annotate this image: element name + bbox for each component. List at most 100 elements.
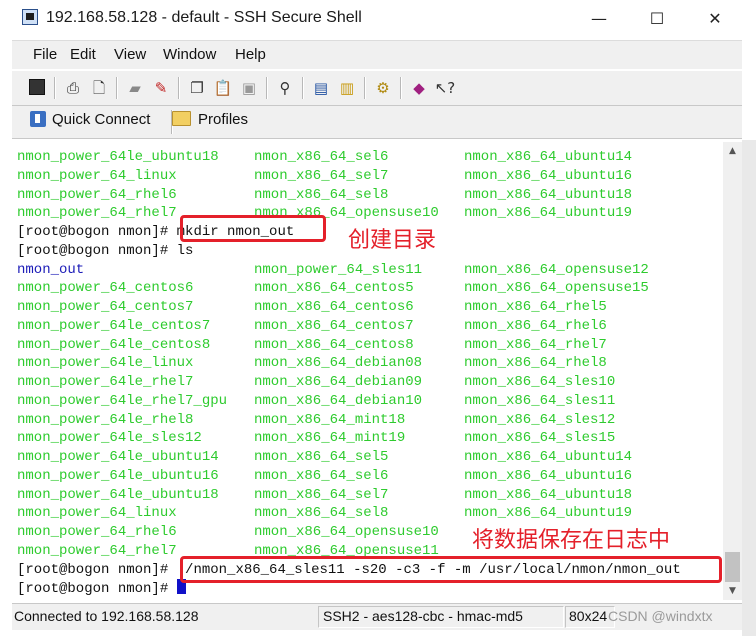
file-entry: nmon_x86_64_centos5 <box>254 280 414 297</box>
file-entry: nmon_x86_64_rhel5 <box>464 299 607 315</box>
file-entry: nmon_x86_64_sel8 <box>254 186 389 203</box>
file-entry: nmon_power_64le_linux <box>17 355 194 372</box>
paste-disabled-icon: ▣ <box>241 79 257 97</box>
toolbar: ⎙ 🗋 ▰ ✎ ❐ 📋 ▣ ⚲ ▤ ▥ ⚙ ◆ ↖? <box>12 70 742 106</box>
mkdir-highlight-box <box>180 215 326 242</box>
file-entry: nmon_power_64_linux <box>17 167 177 184</box>
close-button[interactable]: ✕ <box>692 4 738 34</box>
profiles-button[interactable]: Profiles <box>172 111 248 133</box>
paste-button[interactable]: 📋 <box>212 77 234 99</box>
save-button[interactable] <box>26 77 48 99</box>
scrollbar-thumb[interactable] <box>725 552 740 582</box>
menu-edit[interactable]: Edit <box>70 46 96 63</box>
file-entry: nmon_power_64_centos6 <box>17 280 194 297</box>
context-help-button[interactable]: ↖? <box>434 77 456 99</box>
file-entry: nmon_x86_64_opensuse12 <box>464 261 649 278</box>
toolbar-divider <box>302 77 304 99</box>
settings-icon: ⚙ <box>376 79 390 97</box>
new-file-transfer-button[interactable]: ▥ <box>336 77 358 99</box>
file-entry: nmon_x86_64_centos6 <box>254 299 414 315</box>
file-entry: nmon_power_64_sles11 <box>254 261 423 278</box>
copy-icon: ❐ <box>190 79 204 97</box>
minimize-button[interactable]: — <box>576 4 622 34</box>
print-button[interactable]: ⎙ <box>62 77 84 99</box>
file-entry: nmon_out <box>17 261 85 278</box>
file-entry: nmon_power_64le_centos7 <box>17 317 211 334</box>
shell-prompt: [root@bogon nmon]# <box>17 561 177 578</box>
file-entry: nmon_power_64_rhel6 <box>17 524 177 540</box>
file-entry: nmon_x86_64_opensuse10 <box>254 524 439 540</box>
file-entry: nmon_x86_64_debian10 <box>254 392 423 409</box>
toolbar-divider <box>266 77 268 99</box>
toolbar-divider <box>178 77 180 99</box>
save-icon <box>29 79 45 95</box>
file-entry: nmon_power_64le_ubuntu16 <box>17 467 219 484</box>
new-file-transfer-icon: ▥ <box>339 79 355 97</box>
file-entry: nmon_x86_64_ubuntu14 <box>464 149 633 165</box>
file-entry: nmon_x86_64_sles15 <box>464 430 616 447</box>
paste-disabled-button[interactable]: ▣ <box>238 77 260 99</box>
file-entry: nmon_x86_64_mint18 <box>254 411 406 428</box>
menu-help[interactable]: Help <box>235 46 266 63</box>
quick-connect-icon <box>30 111 46 127</box>
file-entry: nmon_x86_64_sles11 <box>464 392 616 409</box>
toolbar-divider <box>400 77 402 99</box>
file-entry: nmon_x86_64_ubuntu19 <box>464 505 633 522</box>
copy-button[interactable]: ❐ <box>186 77 208 99</box>
find-button[interactable]: ⚲ <box>274 77 296 99</box>
file-entry: nmon_power_64_centos7 <box>17 299 194 315</box>
menu-view[interactable]: View <box>114 46 146 63</box>
file-entry: nmon_x86_64_mint19 <box>254 430 406 447</box>
menu-window[interactable]: Window <box>163 46 216 63</box>
file-entry: nmon_power_64le_ubuntu18 <box>17 486 219 503</box>
watermark: CSDN @windxtx <box>608 608 713 624</box>
file-entry: nmon_power_64le_rhel8 <box>17 411 194 428</box>
file-entry: nmon_x86_64_ubuntu18 <box>464 186 633 203</box>
scroll-up-icon[interactable]: ▲ <box>723 142 742 160</box>
vertical-scrollbar[interactable]: ▲ ▼ <box>723 142 742 600</box>
maximize-button[interactable]: ☐ <box>634 4 680 34</box>
file-entry: nmon_x86_64_rhel8 <box>464 355 607 372</box>
file-entry: nmon_x86_64_rhel7 <box>464 336 607 353</box>
run-highlight-box <box>180 556 722 583</box>
connection-status: Connected to 192.168.58.128 <box>14 608 199 624</box>
connect-button[interactable]: ✎ <box>150 77 172 99</box>
shell-prompt: [root@bogon nmon]# <box>17 242 177 259</box>
toolbar-divider <box>54 77 56 99</box>
find-icon: ⚲ <box>279 79 291 97</box>
ssh-app-icon <box>22 9 38 25</box>
file-entry: nmon_power_64_linux <box>17 505 177 522</box>
print-preview-button[interactable]: 🗋 <box>88 77 110 99</box>
file-entry: nmon_x86_64_ubuntu16 <box>464 467 633 484</box>
file-entry: nmon_x86_64_debian09 <box>254 374 423 390</box>
menu-file[interactable]: File <box>33 46 57 63</box>
file-entry: nmon_power_64_rhel7 <box>17 542 177 559</box>
folder-icon <box>172 111 191 126</box>
settings-button[interactable]: ⚙ <box>372 77 394 99</box>
help-topics-button[interactable]: ◆ <box>408 77 430 99</box>
file-entry: nmon_power_64_rhel7 <box>17 205 177 222</box>
disconnect-icon: ▰ <box>129 79 141 97</box>
file-entry: nmon_x86_64_sles10 <box>464 374 616 390</box>
file-entry: nmon_x86_64_ubuntu19 <box>464 205 633 222</box>
file-entry: nmon_power_64le_rhel7 <box>17 374 194 390</box>
command-text: ls <box>176 242 194 259</box>
file-entry: nmon_power_64le_ubuntu18 <box>17 149 219 165</box>
paste-icon: 📋 <box>213 79 233 97</box>
quick-connect-button[interactable]: Quick Connect <box>30 111 150 133</box>
context-help-icon: ↖? <box>434 79 456 97</box>
terminal-size: 80x24 <box>569 608 608 624</box>
scroll-down-icon[interactable]: ▼ <box>723 582 742 600</box>
file-entry: nmon_x86_64_sel8 <box>254 505 389 522</box>
cipher-status: SSH2 - aes128-cbc - hmac-md5 <box>323 608 523 624</box>
title-bar: 192.168.58.128 - default - SSH Secure Sh… <box>0 0 756 38</box>
minimize-icon: — <box>591 9 607 28</box>
window-title: 192.168.58.128 - default - SSH Secure Sh… <box>46 9 362 26</box>
new-terminal-button[interactable]: ▤ <box>310 77 332 99</box>
file-entry: nmon_x86_64_sel6 <box>254 149 389 165</box>
print-preview-icon: 🗋 <box>92 79 106 97</box>
disconnect-button[interactable]: ▰ <box>124 77 146 99</box>
ls-command-line: [root@bogon nmon]# ls <box>17 242 193 261</box>
menu-bar: File Edit View Window Help <box>12 40 742 69</box>
close-icon: ✕ <box>708 9 722 28</box>
